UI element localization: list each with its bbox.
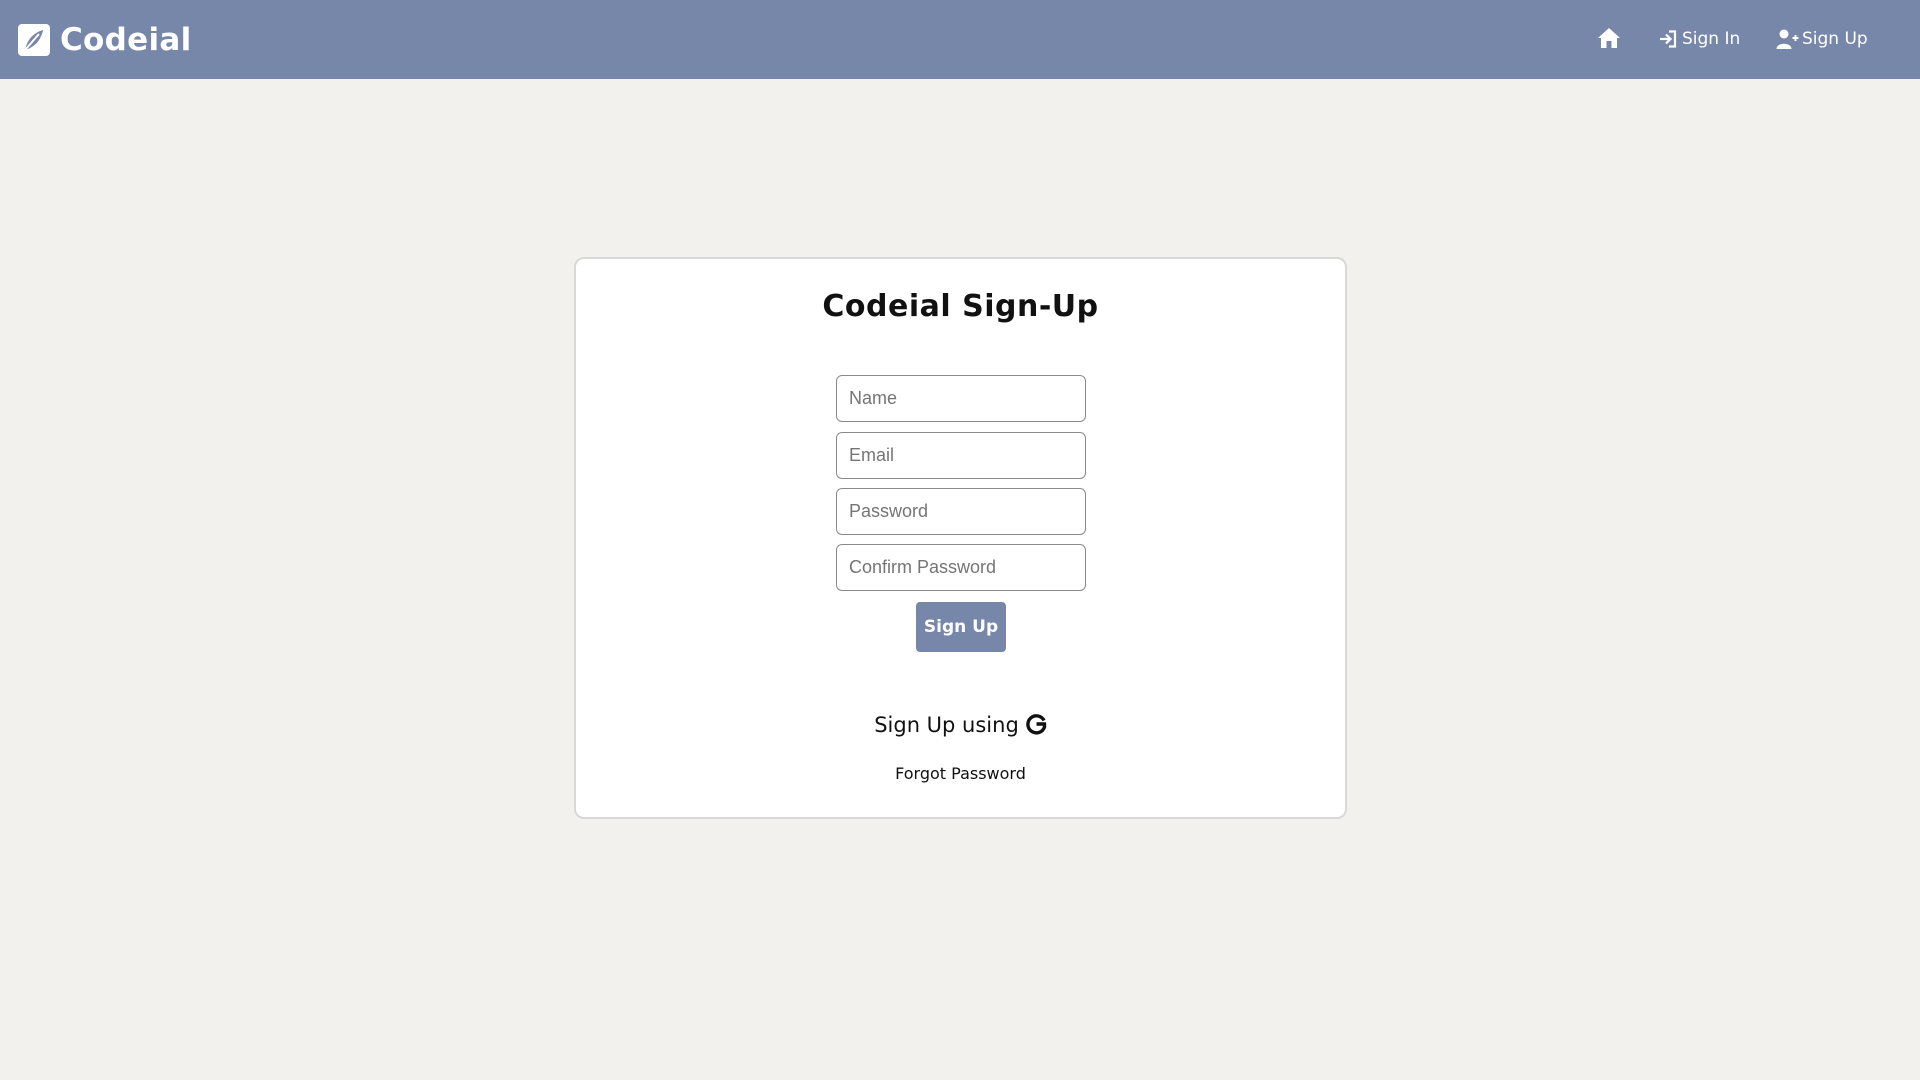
page-title: Codeial Sign-Up (822, 289, 1099, 324)
password-field[interactable] (836, 488, 1086, 535)
google-sign-up-label: Sign Up using (874, 713, 1019, 737)
sign-in-icon (1660, 30, 1677, 48)
nav-sign-up-link[interactable]: Sign Up (1776, 26, 1868, 52)
confirm-password-field[interactable] (836, 544, 1086, 591)
brand-link[interactable]: Codeial (18, 0, 192, 79)
navbar: Codeial Sign In Sign Up (0, 0, 1920, 79)
google-icon (1026, 714, 1046, 735)
email-field[interactable] (836, 432, 1086, 479)
home-icon[interactable] (1597, 26, 1621, 50)
name-field[interactable] (836, 375, 1086, 422)
brand-name: Codeial (60, 21, 192, 58)
nav-sign-in-link[interactable]: Sign In (1658, 26, 1740, 52)
signup-card: Codeial Sign-Up Sign Up Sign Up using Fo… (574, 257, 1347, 819)
forgot-password-link[interactable]: Forgot Password (576, 764, 1345, 783)
nav-sign-in-label: Sign In (1682, 29, 1741, 49)
google-sign-up-link[interactable]: Sign Up using (576, 713, 1345, 737)
leaf-icon (18, 23, 50, 56)
sign-up-button[interactable]: Sign Up (916, 602, 1006, 652)
user-plus-icon (1776, 29, 1799, 49)
nav-sign-up-label: Sign Up (1802, 29, 1868, 49)
